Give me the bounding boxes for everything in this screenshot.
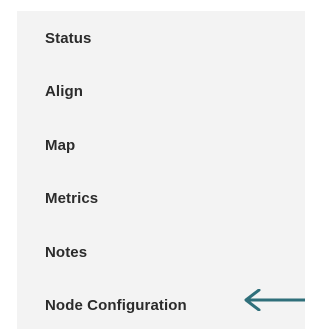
menu-item-notes[interactable]: Notes	[45, 237, 87, 267]
menu-item-node-configuration[interactable]: Node Configuration	[45, 290, 187, 320]
menu-item-label: Status	[45, 29, 92, 47]
side-menu: Status Align Map Metrics Notes Node Conf…	[17, 11, 305, 329]
menu-item-label: Map	[45, 136, 76, 154]
menu-item-status[interactable]: Status	[45, 23, 91, 53]
arrow-left-icon	[244, 289, 305, 311]
menu-item-align[interactable]: Align	[45, 76, 83, 106]
menu-item-label: Align	[45, 82, 83, 100]
menu-item-label: Notes	[45, 243, 88, 261]
menu-item-label: Node Configuration	[45, 296, 187, 314]
menu-item-label: Metrics	[45, 189, 99, 207]
menu-item-metrics[interactable]: Metrics	[45, 183, 98, 213]
menu-item-map[interactable]: Map	[45, 130, 75, 160]
page: Status Align Map Metrics Notes Node Conf…	[0, 0, 305, 329]
